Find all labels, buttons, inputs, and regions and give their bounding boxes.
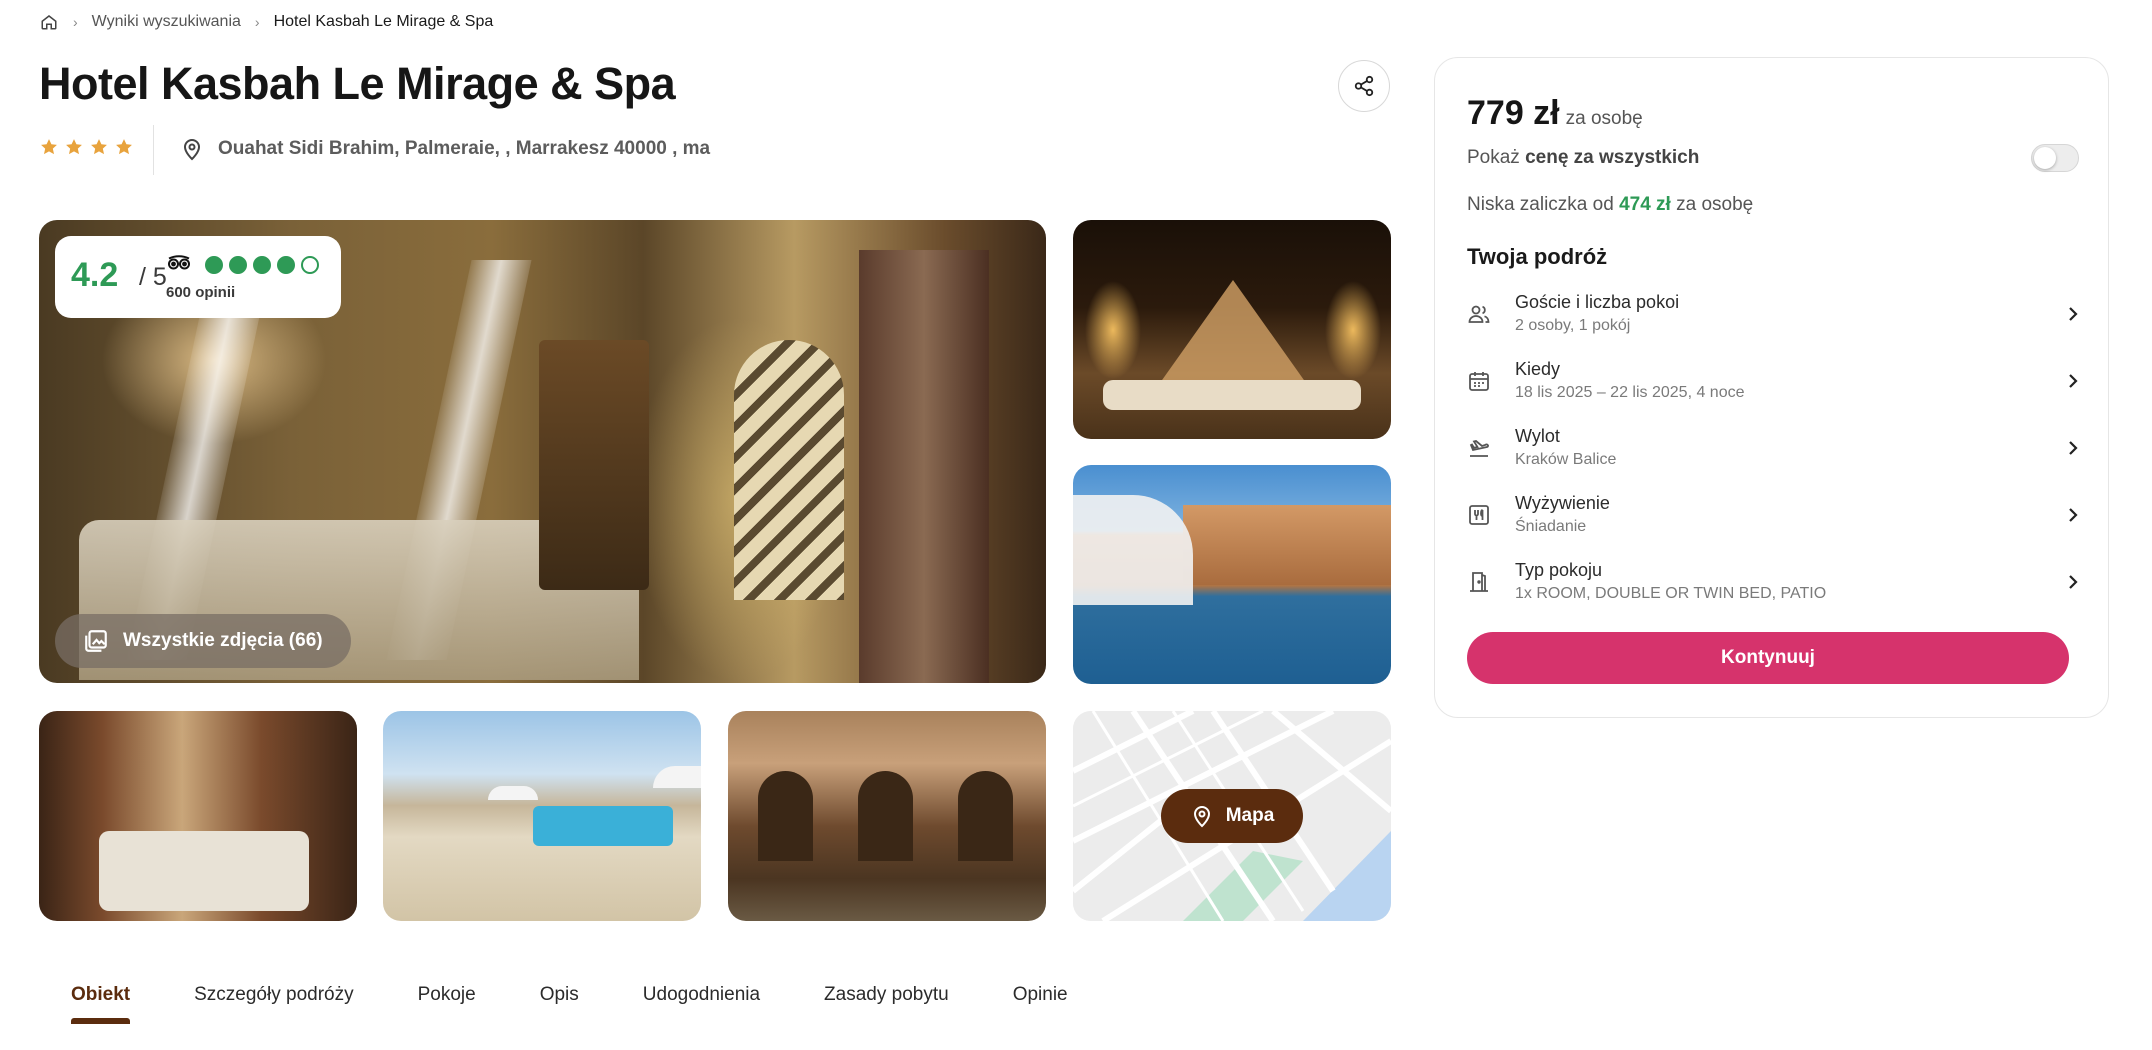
- bed-decor: [99, 831, 309, 911]
- star-icon: [66, 139, 82, 155]
- trip-item-title: Wylot: [1515, 426, 1560, 446]
- star-icon: [91, 139, 107, 155]
- tab-opis[interactable]: Opis: [508, 974, 611, 1016]
- trip-item-title: Kiedy: [1515, 359, 1561, 379]
- price-for-all-toggle[interactable]: [2031, 144, 2079, 172]
- kasbah-wall-decor: [1183, 505, 1391, 585]
- arch-decor: [958, 771, 1013, 861]
- trip-item-title: Wyżywienie: [1515, 493, 1610, 513]
- door-decor: [539, 340, 649, 590]
- gallery-icon: [85, 630, 107, 652]
- price-amount: 779 zł: [1467, 94, 1560, 132]
- share-button[interactable]: [1338, 60, 1390, 112]
- deposit-amount: 474 zł: [1619, 194, 1671, 215]
- price-unit: za osobę: [1565, 108, 1643, 129]
- trip-item-title: Typ pokoju: [1515, 560, 1603, 580]
- divider: [153, 125, 154, 175]
- rating-dot-filled: [277, 256, 295, 274]
- trip-item-room-type[interactable]: Typ pokoju 1x ROOM, DOUBLE OR TWIN BED, …: [1467, 548, 2079, 615]
- trip-item-value: Śniadanie: [1515, 518, 1587, 535]
- gallery-photo[interactable]: [39, 711, 357, 921]
- rating-score: 4.2: [71, 256, 119, 294]
- umbrella-decor: [1073, 495, 1193, 605]
- rating-dots: [205, 256, 319, 274]
- gallery-photo[interactable]: [728, 711, 1046, 921]
- chevron-right-icon: ›: [73, 14, 78, 30]
- breadcrumb: › Wyniki wyszukiwania › Hotel Kasbah Le …: [39, 10, 493, 34]
- star-icon: [41, 139, 57, 155]
- address-text: Ouahat Sidi Brahim, Palmeraie, , Marrake…: [218, 138, 711, 159]
- booking-panel: 779 zł za osobę Pokaż cenę za wszystkich…: [1434, 57, 2109, 718]
- rating-dot-empty: [301, 256, 319, 274]
- page-title: Hotel Kasbah Le Mirage & Spa: [39, 58, 676, 109]
- trip-item-value: 18 lis 2025 – 22 lis 2025, 4 noce: [1515, 384, 1745, 401]
- section-tabs: Obiekt Szczegóły podróży Pokoje Opis Udo…: [39, 974, 1100, 1034]
- breadcrumb-link-results[interactable]: Wyniki wyszukiwania: [92, 13, 241, 31]
- chevron-right-icon: [2059, 573, 2079, 591]
- reviews-count[interactable]: 600 opinii: [166, 284, 235, 301]
- gallery-photo[interactable]: [1073, 465, 1391, 684]
- gallery-photo[interactable]: [383, 711, 701, 921]
- tab-obiekt[interactable]: Obiekt: [39, 974, 162, 1024]
- umbrella-decor: [653, 766, 701, 788]
- tent-decor: [1155, 280, 1311, 390]
- drape-decor: [859, 250, 989, 683]
- users-icon: [1467, 302, 1503, 326]
- plane-icon: [1467, 436, 1503, 460]
- trip-item-value: Kraków Balice: [1515, 451, 1617, 468]
- tab-udogodnienia[interactable]: Udogodnienia: [611, 974, 792, 1016]
- star-icon: [116, 139, 132, 155]
- trip-item-title: Goście i liczba pokoi: [1515, 292, 1680, 312]
- rating-dot-filled: [205, 256, 223, 274]
- price-for-all-label: Pokaż cenę za wszystkich: [1467, 147, 1700, 168]
- chevron-right-icon: [2059, 305, 2079, 323]
- breadcrumb-current: Hotel Kasbah Le Mirage & Spa: [273, 13, 494, 30]
- cushion-decor: [1103, 380, 1361, 410]
- location-pin-icon: [183, 139, 201, 161]
- utensils-icon: [1467, 503, 1503, 527]
- price-for-all-row: Pokaż cenę za wszystkich: [1467, 140, 2079, 176]
- all-photos-button[interactable]: Wszystkie zdjęcia (66): [55, 614, 351, 668]
- rating-card[interactable]: 4.2 / 5 600 opinii: [55, 236, 341, 318]
- map-label: Mapa: [1225, 805, 1275, 826]
- share-icon: [1354, 75, 1374, 97]
- price: 779 zł za osobę: [1467, 94, 1643, 133]
- home-icon[interactable]: [39, 12, 59, 32]
- chevron-right-icon: [2059, 372, 2079, 390]
- calendar-icon: [1467, 369, 1503, 393]
- map-button[interactable]: Mapa: [1161, 789, 1303, 843]
- gallery-photo[interactable]: [1073, 220, 1391, 439]
- chevron-right-icon: [2059, 506, 2079, 524]
- hotel-stars: [39, 137, 134, 157]
- pool-decor: [533, 806, 673, 846]
- tab-pokoje[interactable]: Pokoje: [386, 974, 508, 1016]
- trip-item-departure[interactable]: Wylot Kraków Balice: [1467, 414, 2079, 481]
- door-icon: [1467, 570, 1503, 594]
- trip-item-guests[interactable]: Goście i liczba pokoi 2 osoby, 1 pokój: [1467, 280, 2079, 347]
- trip-item-meals[interactable]: Wyżywienie Śniadanie: [1467, 481, 2079, 548]
- tripadvisor-owl-icon: [167, 254, 191, 277]
- rating-dot-filled: [229, 256, 247, 274]
- rating-dot-filled: [253, 256, 271, 274]
- tab-szczegoly-podrozy[interactable]: Szczegóły podróży: [162, 974, 385, 1016]
- location-pin-icon: [1193, 806, 1210, 828]
- chevron-right-icon: [2059, 439, 2079, 457]
- umbrella-decor: [488, 786, 538, 800]
- arch-decor: [758, 771, 813, 861]
- arch-decor: [734, 340, 844, 600]
- all-photos-label: Wszystkie zdjęcia (66): [123, 630, 323, 651]
- trip-item-dates[interactable]: Kiedy 18 lis 2025 – 22 lis 2025, 4 noce: [1467, 347, 2079, 414]
- rating-out-of: / 5: [139, 263, 167, 291]
- trip-item-value: 2 osoby, 1 pokój: [1515, 317, 1631, 334]
- hotel-address[interactable]: Ouahat Sidi Brahim, Palmeraie, , Marrake…: [180, 136, 710, 162]
- continue-button[interactable]: Kontynuuj: [1467, 632, 2069, 684]
- trip-item-value: 1x ROOM, DOUBLE OR TWIN BED, PATIO: [1515, 585, 1827, 602]
- arch-decor: [858, 771, 913, 861]
- tab-opinie[interactable]: Opinie: [981, 974, 1100, 1016]
- trip-list: Goście i liczba pokoi 2 osoby, 1 pokój K…: [1467, 280, 2079, 615]
- tab-zasady-pobytu[interactable]: Zasady pobytu: [792, 974, 981, 1016]
- chevron-right-icon: ›: [254, 14, 260, 30]
- trip-section-title: Twoja podróż: [1467, 244, 1608, 269]
- deposit-info: Niska zaliczka od 474 zł za osobę: [1467, 194, 1754, 215]
